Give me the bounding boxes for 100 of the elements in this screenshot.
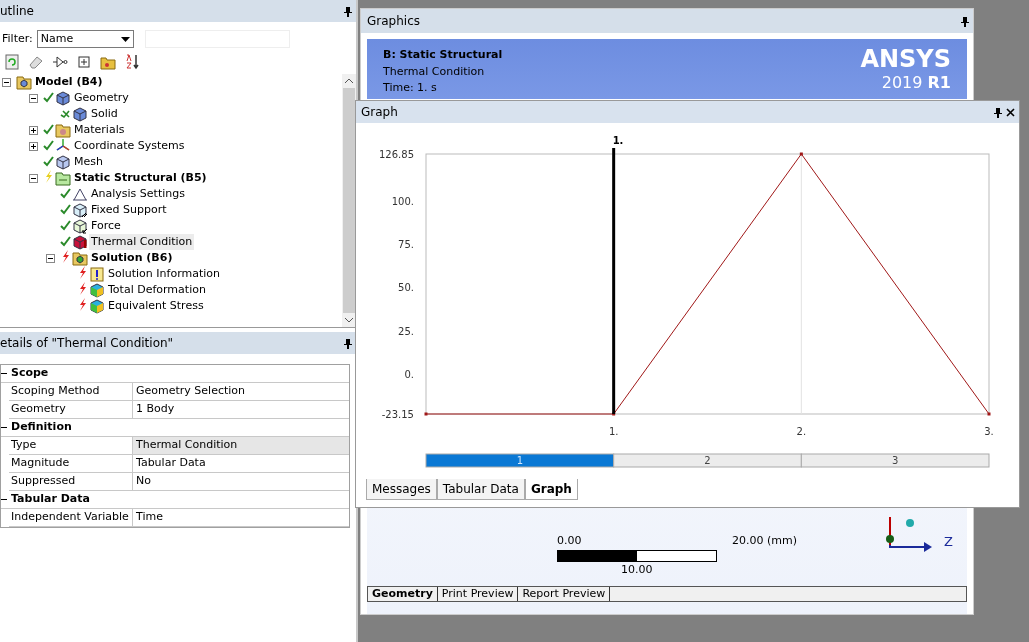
y-tick-label: 126.85: [379, 149, 414, 160]
analysis-title: B: Static Structural: [383, 47, 503, 63]
pin-icon[interactable]: [994, 107, 1002, 118]
section-header[interactable]: Scope: [9, 365, 49, 382]
collapse-icon[interactable]: [29, 93, 38, 103]
cube-icon: [55, 90, 71, 106]
tree-item[interactable]: Materials: [72, 121, 127, 139]
pin-icon[interactable]: [344, 338, 352, 349]
property-value[interactable]: No: [133, 473, 349, 490]
scale-label: 20.00 (mm): [732, 533, 797, 549]
collapse-icon[interactable]: [29, 173, 38, 183]
tree-item[interactable]: Total Deformation: [106, 281, 208, 299]
property-name: Geometry: [9, 401, 133, 418]
version-label: 2019 R1: [881, 72, 951, 94]
thermometer-icon: [72, 234, 88, 250]
view-tab[interactable]: Geometry: [368, 587, 438, 601]
property-name: Suppressed: [9, 473, 133, 490]
object-name: Thermal Condition: [383, 63, 486, 80]
property-value[interactable]: Time: [133, 509, 349, 526]
y-tick-label: 25.: [398, 325, 414, 337]
x-tick-label: 1.: [608, 426, 619, 437]
force-icon: [72, 218, 88, 234]
logo-text: ANSYS: [860, 47, 951, 71]
panel-tab[interactable]: Graph: [524, 479, 578, 500]
tree-item[interactable]: Mesh: [72, 153, 105, 171]
time-label: Time: 1. s: [383, 80, 438, 96]
caret-icon: [120, 36, 130, 42]
panel-title: utline: [0, 3, 34, 20]
tree-item[interactable]: Thermal Condition: [89, 233, 195, 251]
collapse-icon[interactable]: [1, 496, 8, 503]
mesh-icon: [55, 154, 71, 170]
tree-item[interactable]: Analysis Settings: [89, 185, 187, 203]
window-title: Graphics: [367, 13, 420, 30]
refresh-icon[interactable]: [4, 54, 20, 70]
step-segment[interactable]: 3: [800, 453, 990, 468]
pin-icon[interactable]: [344, 6, 352, 17]
settings-icon: [72, 186, 88, 202]
tree-item[interactable]: Solution Information: [106, 265, 222, 283]
y-tick-label: 100.: [391, 195, 414, 207]
window-title: Graph: [361, 104, 398, 121]
y-tick-label: -23.15: [381, 409, 414, 420]
cube-folder-icon: [16, 74, 32, 90]
filter-dropdown[interactable]: Name: [36, 30, 134, 48]
axes-icon: [55, 138, 71, 154]
property-value[interactable]: 1 Body: [133, 401, 349, 418]
tree-item[interactable]: Solid: [89, 105, 120, 123]
tree-item[interactable]: Static Structural (B5): [72, 169, 209, 187]
folder-icon: [55, 170, 71, 186]
view-tab[interactable]: Report Preview: [518, 587, 611, 601]
scale-label: 10.00: [621, 561, 654, 578]
panel-tab[interactable]: Tabular Data: [436, 479, 525, 500]
panel-tab[interactable]: Messages: [366, 479, 437, 500]
property-name: Magnitude: [9, 455, 133, 472]
property-value[interactable]: Thermal Condition: [133, 437, 349, 454]
expand-icon[interactable]: [29, 125, 38, 135]
folder-icon[interactable]: [100, 54, 116, 70]
collapse-icon[interactable]: [1, 424, 8, 431]
pin-icon[interactable]: [961, 16, 969, 27]
collapse-icon[interactable]: [1, 370, 8, 377]
property-value[interactable]: Tabular Data: [133, 455, 349, 472]
folder-icon: [72, 250, 88, 266]
axis-label: Z: [944, 532, 953, 551]
collapse-icon[interactable]: [46, 253, 55, 263]
section-header[interactable]: Tabular Data: [9, 491, 90, 508]
materials-folder-icon: [55, 122, 71, 138]
x-tick-label: 2.: [796, 426, 807, 437]
time-cursor[interactable]: [612, 148, 616, 414]
cursor-label: 1.: [612, 135, 624, 146]
y-tick-label: 50.: [398, 282, 414, 294]
x-tick-label: 3.: [984, 426, 994, 437]
sort-icon[interactable]: [124, 54, 140, 70]
info-icon: [89, 266, 105, 282]
y-tick-label: 0.: [404, 368, 414, 380]
filter-label: Filter:: [2, 30, 33, 47]
panel-title: etails of "Thermal Condition": [0, 335, 174, 352]
tree-item[interactable]: Coordinate Systems: [72, 137, 187, 155]
eraser-icon[interactable]: [28, 54, 44, 70]
expand-icon[interactable]: [29, 141, 38, 151]
section-header[interactable]: Definition: [9, 419, 72, 436]
scale-label: 0.00: [557, 533, 582, 549]
cube-icon: [72, 106, 88, 122]
step-segment[interactable]: 1: [425, 453, 615, 468]
node-icon[interactable]: [52, 54, 68, 70]
tree-item[interactable]: Force: [89, 217, 123, 235]
tree-item[interactable]: Equivalent Stress: [106, 297, 206, 315]
close-icon[interactable]: [1006, 107, 1015, 117]
support-icon: [72, 202, 88, 218]
property-name: Scoping Method: [9, 383, 133, 400]
contour-icon: [89, 282, 105, 298]
tree-item[interactable]: Geometry: [72, 89, 131, 107]
tree-item[interactable]: Fixed Support: [89, 201, 169, 219]
tree-item[interactable]: Solution (B6): [89, 249, 175, 267]
collapse-icon[interactable]: [2, 77, 11, 87]
view-tab[interactable]: Print Preview: [437, 587, 519, 601]
scrollbar[interactable]: [342, 74, 356, 327]
tree-item[interactable]: Model (B4): [33, 73, 105, 91]
step-segment[interactable]: 2: [613, 453, 802, 468]
property-value[interactable]: Geometry Selection: [133, 383, 349, 400]
property-name: Independent Variable: [9, 509, 133, 526]
y-tick-label: 75.: [398, 238, 414, 250]
